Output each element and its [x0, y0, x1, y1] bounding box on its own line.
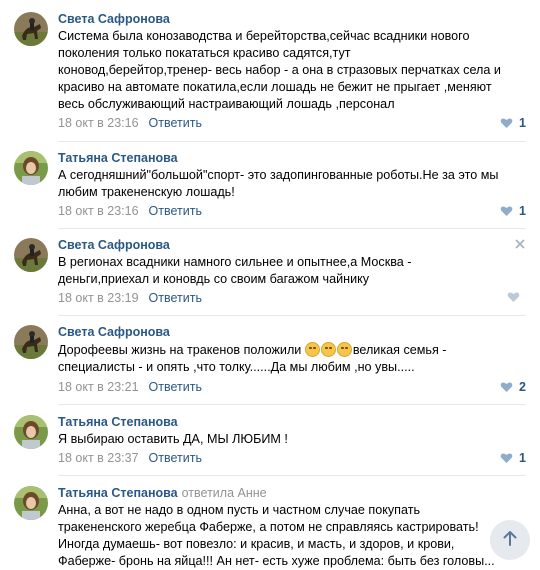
- scroll-to-top-button[interactable]: [490, 520, 530, 560]
- emoji-icon: [320, 342, 336, 357]
- comment-meta: 18 окт в 23:37 Ответить: [58, 451, 202, 465]
- comment-text: Я выбираю оставить ДА, МЫ ЛЮБИМ !: [58, 432, 288, 446]
- comment-meta: 18 окт в 23:16 Ответить: [58, 116, 202, 130]
- avatar[interactable]: [14, 415, 48, 449]
- avatar[interactable]: [14, 12, 48, 46]
- like-button[interactable]: 1: [500, 451, 526, 465]
- like-button[interactable]: 2: [500, 380, 526, 394]
- comment-text: А сегодняшний"большой"спорт- это задопин…: [58, 168, 499, 199]
- comment-meta: 18 окт в 23:19 Ответить: [58, 291, 202, 305]
- reply-button[interactable]: Ответить: [149, 451, 202, 465]
- comment-meta: 18 окт в 23:16 Ответить: [58, 204, 202, 218]
- comment-date[interactable]: 18 окт в 23:19: [58, 291, 139, 305]
- arrow-up-icon: [503, 530, 517, 551]
- comment-date[interactable]: 18 окт в 23:37: [58, 451, 139, 465]
- comment-author[interactable]: Татьяна Степанова ответила Анне: [58, 486, 267, 500]
- divider: [58, 475, 526, 476]
- comment-author[interactable]: Света Сафронова: [58, 12, 170, 26]
- comment-date[interactable]: 18 окт в 23:16: [58, 204, 139, 218]
- like-count: 2: [519, 380, 526, 394]
- emoji-icon: [336, 342, 352, 357]
- comment-author[interactable]: Татьяна Степанова: [58, 151, 178, 165]
- avatar[interactable]: [14, 238, 48, 272]
- heart-icon: [500, 205, 513, 217]
- comment-author[interactable]: Света Сафронова: [58, 238, 170, 252]
- comment-text: В регионах всадники намного сильнее и оп…: [58, 255, 412, 286]
- comment-text: Анна, а вот не надо в одном пусть и част…: [58, 503, 495, 568]
- like-button[interactable]: 1: [500, 204, 526, 218]
- comment-author[interactable]: Татьяна Степанова: [58, 415, 178, 429]
- like-button[interactable]: 1: [500, 116, 526, 130]
- divider: [58, 315, 526, 316]
- comment-text: Дорофеевы жизнь на тракенов положили вел…: [58, 342, 447, 374]
- heart-icon: [500, 117, 513, 129]
- comment-date[interactable]: 18 окт в 23:21: [58, 380, 139, 394]
- divider: [58, 141, 526, 142]
- reply-to-link[interactable]: ответила Анне: [182, 486, 267, 500]
- like-count: 1: [519, 204, 526, 218]
- heart-icon: [500, 452, 513, 464]
- reply-button[interactable]: Ответить: [149, 204, 202, 218]
- like-count: 1: [519, 451, 526, 465]
- reply-button[interactable]: Ответить: [149, 291, 202, 305]
- comment-author[interactable]: Света Сафронова: [58, 325, 170, 339]
- comment-meta: 18 окт в 23:21 Ответить: [58, 380, 202, 394]
- comment-text: Система была конозаводства и берейторств…: [58, 29, 501, 111]
- reply-button[interactable]: Ответить: [149, 116, 202, 130]
- heart-icon: [507, 291, 520, 303]
- avatar[interactable]: [14, 486, 48, 520]
- like-count: 1: [519, 116, 526, 130]
- avatar[interactable]: [14, 151, 48, 185]
- comment-date[interactable]: 18 окт в 23:16: [58, 116, 139, 130]
- divider: [58, 404, 526, 405]
- avatar[interactable]: [14, 325, 48, 359]
- emoji-icon: [304, 342, 320, 357]
- close-icon[interactable]: [514, 237, 526, 249]
- reply-button[interactable]: Ответить: [149, 380, 202, 394]
- divider: [58, 228, 526, 229]
- heart-icon: [500, 381, 513, 393]
- like-button[interactable]: [507, 291, 526, 303]
